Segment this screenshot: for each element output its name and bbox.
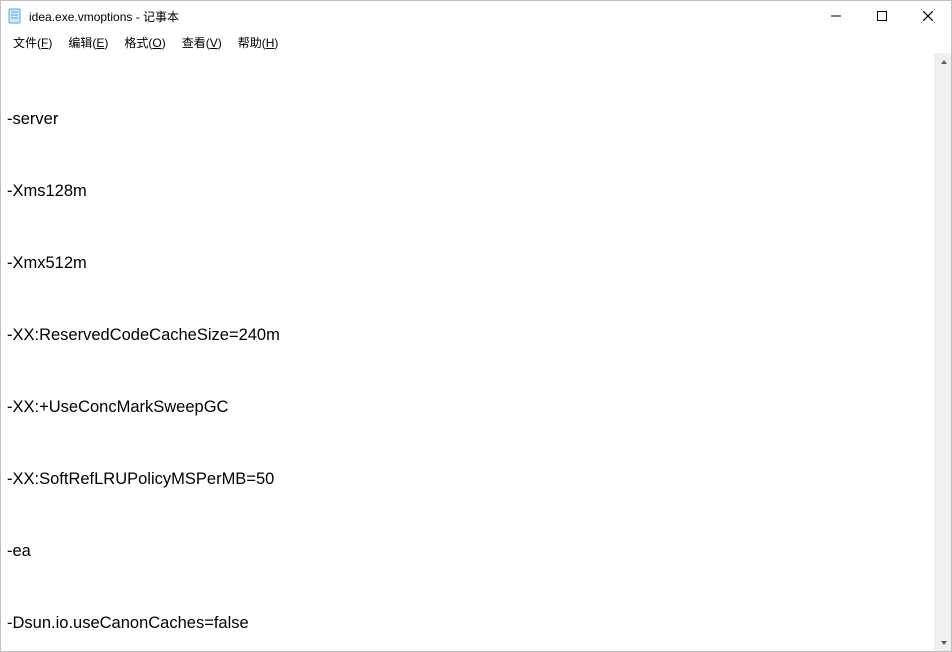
menu-view-label: 查看(V) <box>182 36 222 50</box>
text-line: -server <box>7 107 934 131</box>
menu-file[interactable]: 文件(F) <box>5 32 60 53</box>
content-area-wrap: -server -Xms128m -Xmx512m -XX:ReservedCo… <box>1 53 951 651</box>
menu-view[interactable]: 查看(V) <box>174 32 230 53</box>
text-line: -Xms128m <box>7 179 934 203</box>
vertical-scrollbar[interactable] <box>934 53 951 651</box>
scroll-down-arrow[interactable] <box>935 634 952 651</box>
text-line: -XX:ReservedCodeCacheSize=240m <box>7 323 934 347</box>
text-line: -XX:SoftRefLRUPolicyMSPerMB=50 <box>7 467 934 491</box>
text-line: -Xmx512m <box>7 251 934 275</box>
text-area[interactable]: -server -Xms128m -Xmx512m -XX:ReservedCo… <box>1 53 934 651</box>
menubar: 文件(F) 编辑(E) 格式(O) 查看(V) 帮助(H) <box>1 31 951 53</box>
close-button[interactable] <box>905 1 951 31</box>
menu-edit[interactable]: 编辑(E) <box>60 32 116 53</box>
text-line: -XX:+UseConcMarkSweepGC <box>7 395 934 419</box>
menu-format[interactable]: 格式(O) <box>116 32 173 53</box>
menu-format-label: 格式(O) <box>124 36 165 50</box>
window-controls <box>813 1 951 31</box>
minimize-button[interactable] <box>813 1 859 31</box>
text-line: -Dsun.io.useCanonCaches=false <box>7 611 934 635</box>
window-title: idea.exe.vmoptions - 记事本 <box>29 8 179 25</box>
titlebar: idea.exe.vmoptions - 记事本 <box>1 1 951 31</box>
maximize-button[interactable] <box>859 1 905 31</box>
menu-edit-label: 编辑(E) <box>68 36 108 50</box>
menu-help[interactable]: 帮助(H) <box>230 32 287 53</box>
text-line: -ea <box>7 539 934 563</box>
menu-help-label: 帮助(H) <box>238 36 279 50</box>
notepad-icon <box>7 8 23 24</box>
menu-file-label: 文件(F) <box>13 36 52 50</box>
scroll-up-arrow[interactable] <box>935 53 952 70</box>
